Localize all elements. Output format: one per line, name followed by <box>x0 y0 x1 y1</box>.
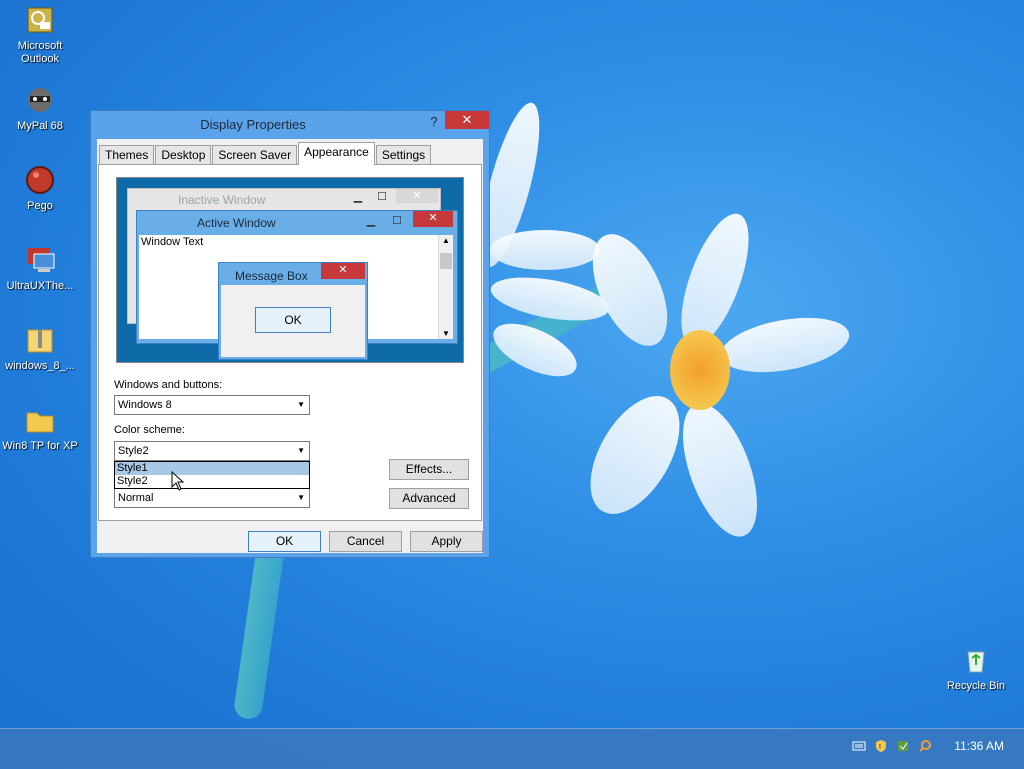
message-box-body: OK <box>221 285 365 357</box>
scroll-thumb <box>440 253 452 269</box>
tab-settings[interactable]: Settings <box>375 145 432 165</box>
desktop-icon-label: Win8 TP for XP <box>2 440 78 452</box>
advanced-button[interactable]: Advanced <box>389 488 469 509</box>
chevron-down-icon: ▼ <box>297 493 305 502</box>
window-title: Display Properties <box>200 117 306 132</box>
message-box-ok-button: OK <box>255 307 331 333</box>
tab-desktop[interactable]: Desktop <box>155 145 212 165</box>
inactive-window-title: Inactive Window <box>178 193 266 207</box>
desktop-icon-recycle-bin[interactable]: Recycle Bin <box>936 644 1016 693</box>
minimize-icon: ▁ <box>353 191 363 203</box>
minimize-icon: ▁ <box>366 215 376 227</box>
desktop-icon-label: UltraUXThe... <box>6 280 74 292</box>
network-icon[interactable] <box>896 739 910 753</box>
tab-appearance[interactable]: Appearance <box>298 142 375 165</box>
desktop-icon-label: Pego <box>27 200 53 212</box>
font-size-select[interactable]: Normal ▼ <box>114 488 310 508</box>
maximize-icon: ☐ <box>392 215 402 227</box>
raccoon-icon <box>28 88 52 112</box>
desktop-icon-pego[interactable]: Pego <box>0 164 80 213</box>
close-icon: ✕ <box>413 211 453 227</box>
zip-folder-icon <box>27 329 53 353</box>
clock[interactable]: 11:36 AM <box>954 739 1004 753</box>
desktop-icon-label: MyPal 68 <box>17 120 63 132</box>
desktop-icon-label: windows_8_... <box>5 360 75 372</box>
cancel-button[interactable]: Cancel <box>329 531 402 552</box>
keyboard-icon[interactable] <box>852 739 866 753</box>
search-icon[interactable] <box>918 739 932 753</box>
color-scheme-option-style1[interactable]: Style1 <box>115 462 309 475</box>
appearance-panel: Inactive Window ▁ ☐ ✕ Active Window ▁ ☐ … <box>98 164 482 521</box>
color-scheme-select[interactable]: Style2 ▼ <box>114 441 310 461</box>
tab-strip: Themes Desktop Screen Saver Appearance S… <box>99 142 432 165</box>
desktop-icon-mypal[interactable]: MyPal 68 <box>0 84 80 133</box>
monitor-icon <box>28 248 55 272</box>
color-scheme-option-style2[interactable]: Style2 <box>115 475 309 488</box>
system-tray: ! 11:36 AM <box>852 739 1004 753</box>
active-window-title: Active Window <box>197 216 276 230</box>
ok-button[interactable]: OK <box>248 531 321 552</box>
color-scheme-value: Style2 <box>118 445 149 457</box>
apply-button[interactable]: Apply <box>410 531 483 552</box>
appearance-preview: Inactive Window ▁ ☐ ✕ Active Window ▁ ☐ … <box>116 177 464 363</box>
preview-active-window: Active Window ▁ ☐ ✕ Window Text ▲ ▼ Mess… <box>136 210 458 360</box>
desktop-icon-label: Microsoft Outlook <box>17 40 63 65</box>
desktop-icon-ultrauxthemepatcher[interactable]: UltraUXThe... <box>0 244 80 293</box>
svg-text:!: ! <box>879 744 881 751</box>
maximize-icon: ☐ <box>377 191 387 203</box>
taskbar: ! 11:36 AM <box>0 728 1024 769</box>
preview-message-box: Message Box ✕ OK <box>218 262 368 360</box>
help-button[interactable]: ? <box>425 113 443 131</box>
close-button[interactable]: ✕ <box>445 111 489 129</box>
font-size-value: Normal <box>118 492 154 504</box>
tab-themes[interactable]: Themes <box>99 145 155 165</box>
chevron-down-icon: ▼ <box>297 446 305 455</box>
tab-screen-saver[interactable]: Screen Saver <box>212 145 298 165</box>
window-text-sample: Window Text <box>141 236 204 248</box>
desktop-icon-outlook[interactable]: Microsoft Outlook <box>0 4 80 66</box>
scroll-up-icon: ▲ <box>442 236 450 245</box>
shield-icon[interactable]: ! <box>874 739 888 753</box>
active-window-body: Window Text ▲ ▼ Message Box ✕ OK <box>139 235 453 360</box>
desktop-icon-label: Recycle Bin <box>946 680 1006 692</box>
folder-icon <box>26 412 54 433</box>
display-properties-window: Display Properties ? ✕ Themes Desktop Sc… <box>90 110 490 558</box>
scroll-down-icon: ▼ <box>442 329 450 338</box>
outlook-icon <box>27 7 53 33</box>
red-ball-icon <box>26 166 54 194</box>
color-scheme-dropdown-list: Style1 Style2 <box>114 461 310 489</box>
windows-buttons-label: Windows and buttons: <box>114 379 223 391</box>
preview-scrollbar: ▲ ▼ <box>438 235 453 339</box>
desktop-icon-win8tp[interactable]: Win8 TP for XP <box>0 404 80 453</box>
windows-buttons-select[interactable]: Windows 8 ▼ <box>114 395 310 415</box>
window-titlebar[interactable]: Display Properties ? ✕ <box>91 111 489 135</box>
dialog-client: Themes Desktop Screen Saver Appearance S… <box>97 139 483 553</box>
color-scheme-label: Color scheme: <box>114 424 185 436</box>
chevron-down-icon: ▼ <box>297 400 305 409</box>
close-icon: ✕ <box>396 189 438 203</box>
close-icon: ✕ <box>321 263 365 279</box>
message-box-title: Message Box <box>235 269 308 283</box>
windows-buttons-value: Windows 8 <box>118 399 172 411</box>
recycle-bin-icon <box>967 651 985 673</box>
effects-button[interactable]: Effects... <box>389 459 469 480</box>
desktop-icon-windows8-zip[interactable]: windows_8_... <box>0 324 80 373</box>
inactive-titlebar: Inactive Window ▁ ☐ ✕ <box>128 189 438 209</box>
